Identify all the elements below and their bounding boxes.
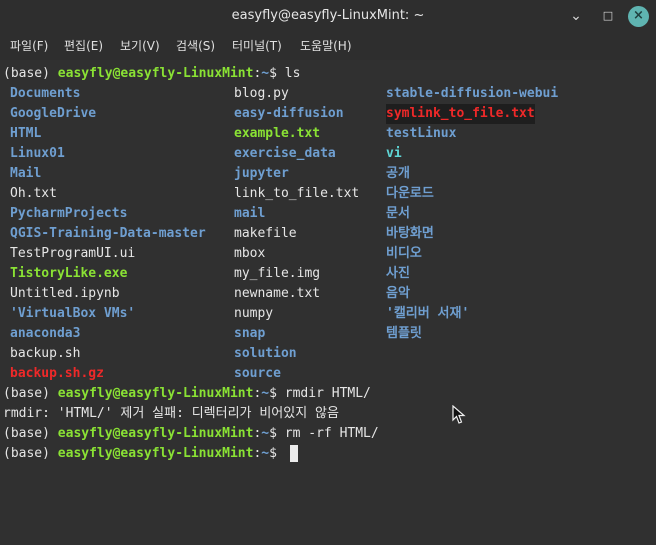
- prompt-user: easyfly@easyfly-LinuxMint: [57, 446, 254, 461]
- file-entry: TistoryLike.exe: [10, 266, 128, 281]
- prompt-dollar: $: [269, 446, 285, 461]
- file-entry: TestProgramUI.ui: [10, 246, 136, 261]
- file-entry: my_file.img: [234, 266, 321, 281]
- file-entry: blog.py: [234, 86, 289, 101]
- mouse-pointer-icon: [452, 405, 466, 424]
- prompt-path: ~: [261, 386, 270, 401]
- prompt-env: (base): [3, 386, 58, 401]
- close-button[interactable]: ×: [628, 6, 649, 27]
- file-entry: solution: [234, 346, 297, 361]
- file-entry: Oh.txt: [10, 186, 57, 201]
- file-entry: snap: [234, 326, 266, 341]
- error-message: rmdir: 'HTML/' 제거 실패: 디렉터리가 비어있지 않음: [3, 406, 339, 421]
- prompt-env: (base): [3, 426, 58, 441]
- text-cursor: [290, 445, 298, 462]
- file-entry: symlink_to_file.txt: [386, 104, 535, 124]
- file-entry: exercise_data: [234, 146, 336, 161]
- menu-search[interactable]: 검색(S): [176, 32, 215, 60]
- file-entry: source: [234, 366, 281, 381]
- window-title: easyfly@easyfly-LinuxMint: ~: [231, 8, 425, 23]
- prompt-user: easyfly@easyfly-LinuxMint: [57, 426, 254, 441]
- file-entry: link_to_file.txt: [234, 186, 360, 201]
- file-entry: numpy: [234, 306, 274, 321]
- file-entry: HTML: [10, 126, 42, 141]
- prompt-line: (base) easyfly@easyfly-LinuxMint:~$ rm -…: [3, 424, 379, 444]
- terminal-output[interactable]: (base) easyfly@easyfly-LinuxMint:~$ ls D…: [0, 60, 656, 545]
- prompt-path: ~: [261, 446, 270, 461]
- file-entry: anaconda3: [10, 326, 81, 341]
- file-entry: PycharmProjects: [10, 206, 128, 221]
- file-entry: testLinux: [386, 126, 457, 141]
- prompt-path: ~: [261, 426, 270, 441]
- terminal-window: easyfly@easyfly-LinuxMint: ~ ⌄ □ × 파일(F)…: [0, 0, 656, 545]
- menu-edit[interactable]: 편집(E): [64, 32, 103, 60]
- prompt-dollar: $: [269, 426, 285, 441]
- command-text: rmdir HTML/: [284, 386, 371, 401]
- file-entry: Documents: [10, 86, 81, 101]
- title-bar[interactable]: easyfly@easyfly-LinuxMint: ~ ⌄ □ ×: [0, 0, 656, 32]
- file-entry: mail: [234, 206, 266, 221]
- menu-terminal[interactable]: 터미널(T): [232, 32, 282, 60]
- file-entry: 사진: [386, 266, 410, 281]
- file-entry: vi: [386, 146, 402, 161]
- file-entry: 다운로드: [386, 186, 434, 201]
- file-entry: easy-diffusion: [234, 106, 344, 121]
- file-entry: 공개: [386, 166, 410, 181]
- command-text: rm -rf HTML/: [284, 426, 379, 441]
- menu-help[interactable]: 도움말(H): [300, 32, 352, 60]
- menu-view[interactable]: 보기(V): [120, 32, 160, 60]
- file-entry: makefile: [234, 226, 297, 241]
- file-entry: jupyter: [234, 166, 289, 181]
- file-entry: backup.sh.gz: [10, 366, 104, 381]
- file-entry: mbox: [234, 246, 266, 261]
- file-entry: Untitled.ipynb: [10, 286, 120, 301]
- file-entry: 비디오: [386, 246, 422, 261]
- file-entry: GoogleDrive: [10, 106, 97, 121]
- file-entry: example.txt: [234, 126, 321, 141]
- prompt-path: ~: [261, 66, 270, 81]
- menu-bar: 파일(F) 편집(E) 보기(V) 검색(S) 터미널(T) 도움말(H): [0, 32, 656, 60]
- prompt-line: (base) easyfly@easyfly-LinuxMint:~$ ls: [3, 64, 300, 84]
- file-entry: 음악: [386, 286, 410, 301]
- prompt-dollar: $: [269, 66, 285, 81]
- file-entry: stable-diffusion-webui: [386, 86, 559, 101]
- file-entry: '캘리버 서재': [386, 306, 470, 321]
- maximize-button[interactable]: □: [598, 6, 618, 26]
- file-entry: Linux01: [10, 146, 65, 161]
- command-text: ls: [284, 66, 301, 81]
- prompt-user: easyfly@easyfly-LinuxMint: [57, 386, 254, 401]
- file-entry: 템플릿: [386, 326, 422, 341]
- file-entry: QGIS-Training-Data-master: [10, 226, 206, 241]
- prompt-line: (base) easyfly@easyfly-LinuxMint:~$ rmdi…: [3, 384, 371, 404]
- file-entry: backup.sh: [10, 346, 81, 361]
- minimize-button[interactable]: ⌄: [566, 6, 586, 26]
- active-prompt-line: (base) easyfly@easyfly-LinuxMint:~$: [3, 444, 285, 464]
- file-entry: Mail: [10, 166, 42, 181]
- prompt-dollar: $: [269, 386, 285, 401]
- file-entry: 'VirtualBox VMs': [10, 306, 136, 321]
- prompt-env: (base): [3, 66, 58, 81]
- file-entry: 문서: [386, 206, 410, 221]
- prompt-user: easyfly@easyfly-LinuxMint: [57, 66, 254, 81]
- file-entry: 바탕화면: [386, 226, 434, 241]
- menu-file[interactable]: 파일(F): [10, 32, 48, 60]
- file-entry: newname.txt: [234, 286, 321, 301]
- prompt-env: (base): [3, 446, 58, 461]
